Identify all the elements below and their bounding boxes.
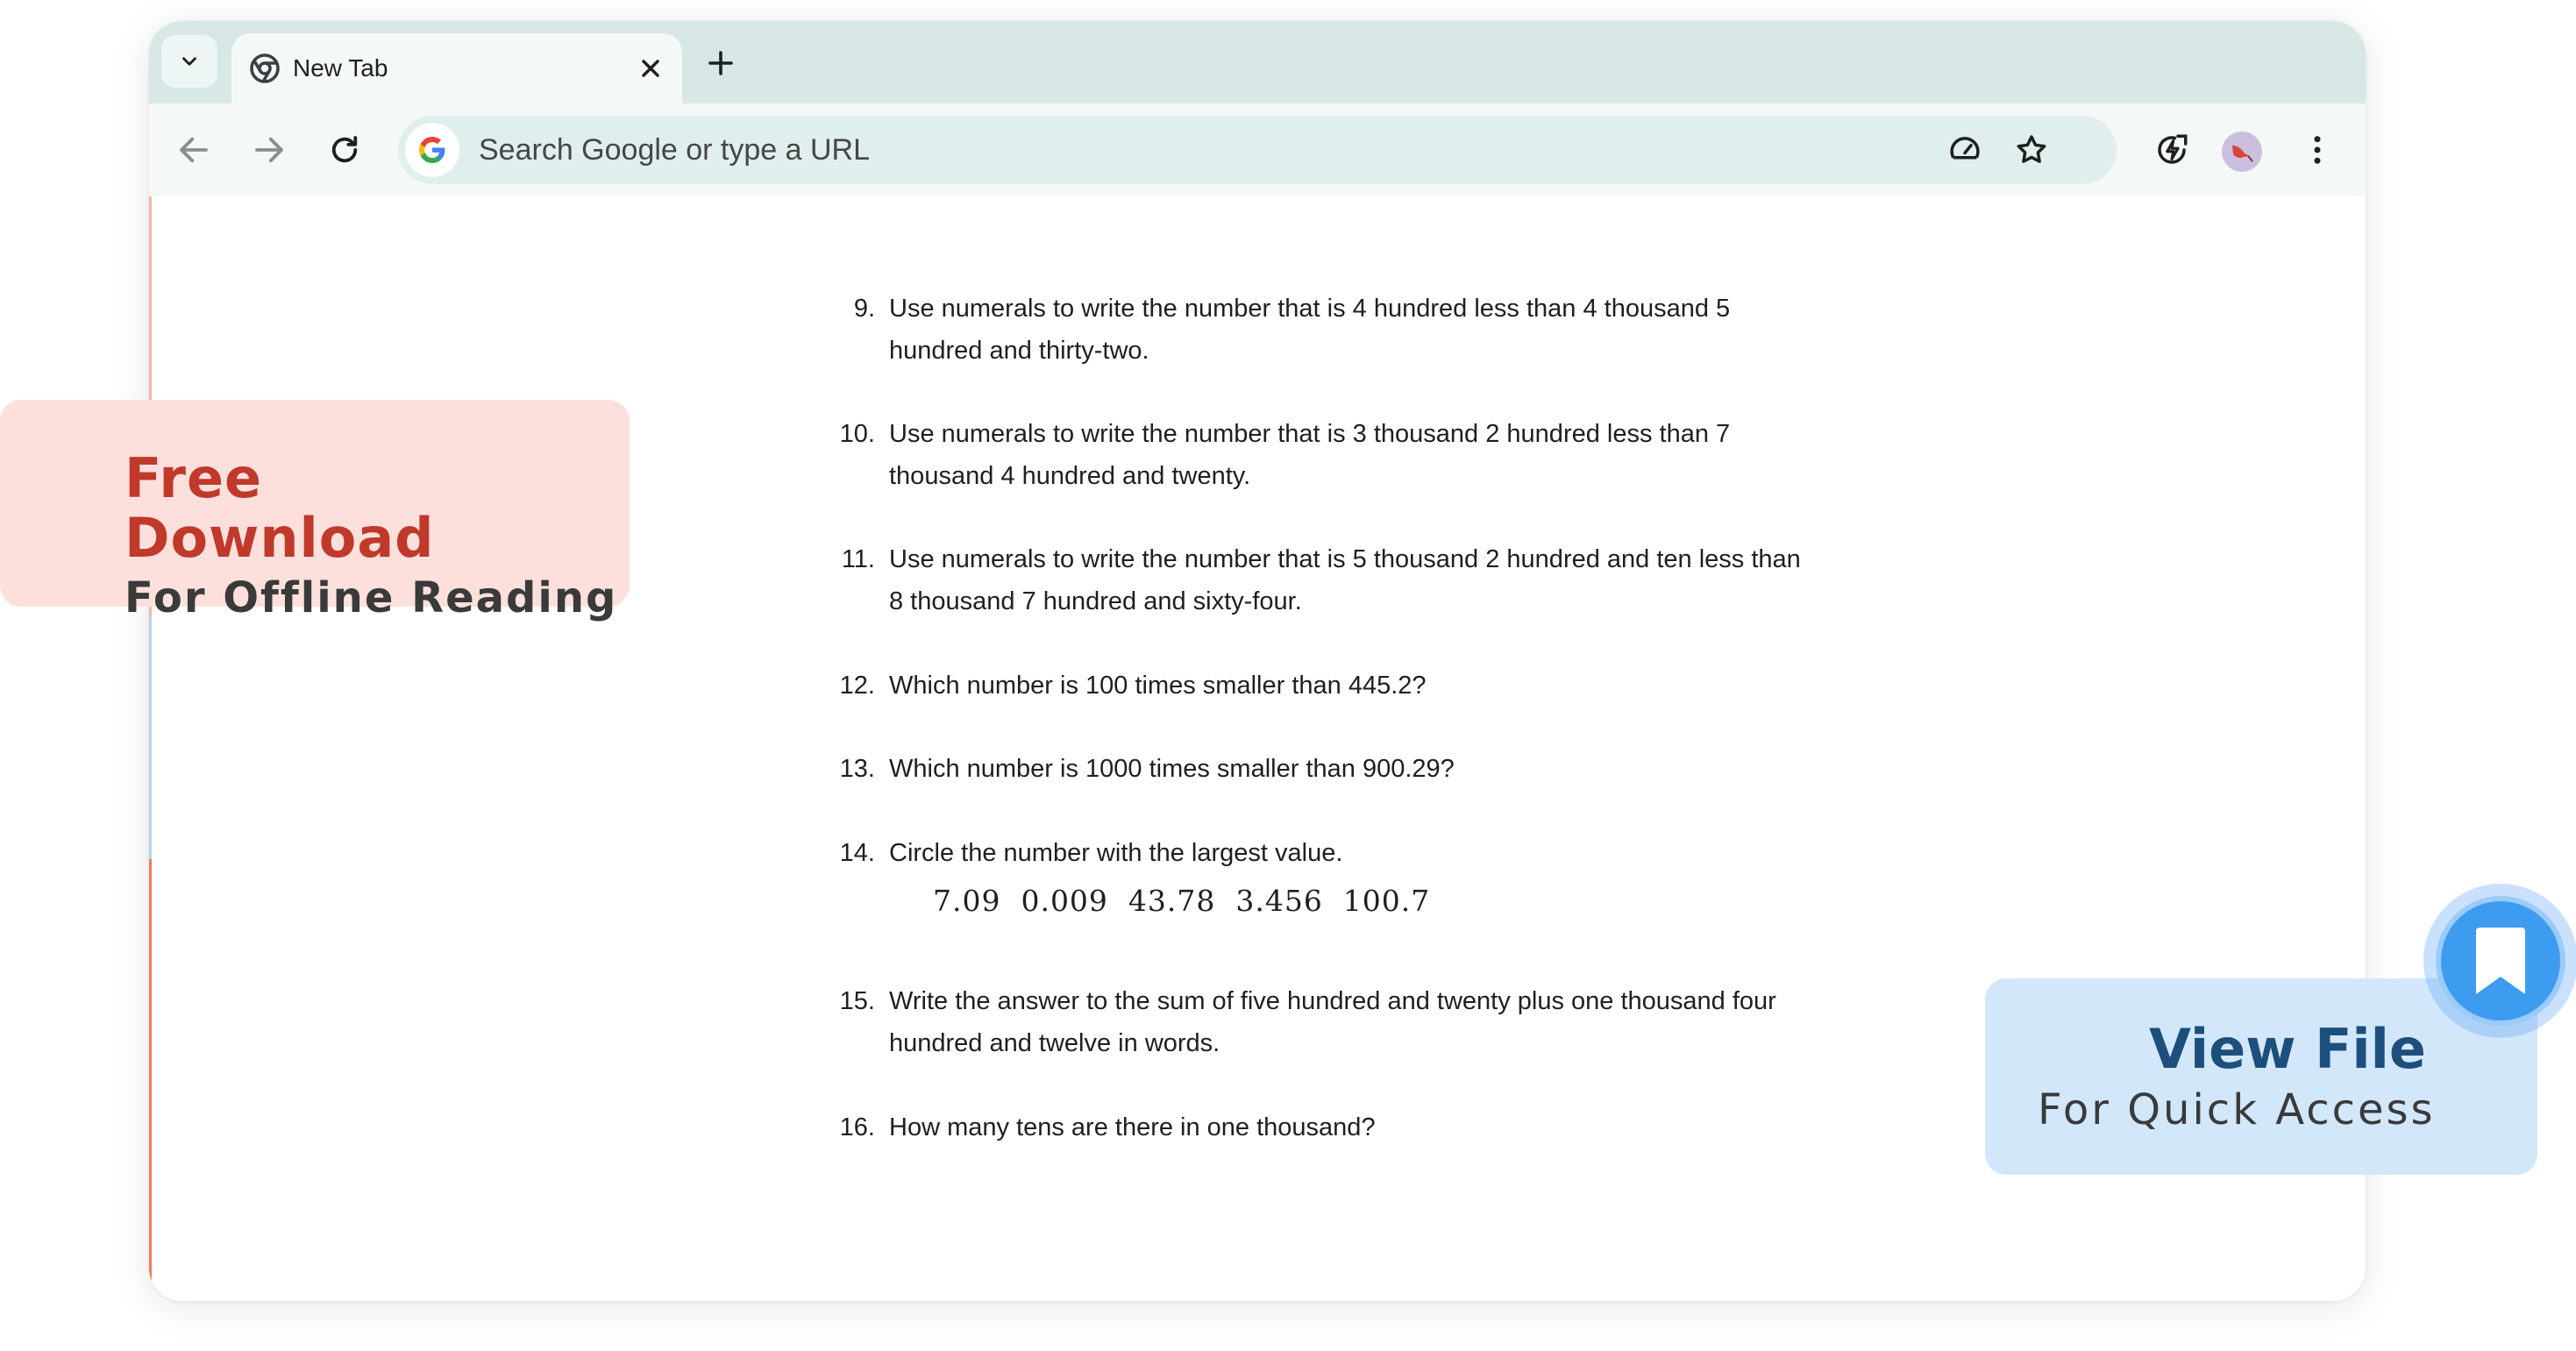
number-choices[interactable]: 7.09 0.009 43.78 3.456 100.7 — [933, 880, 1430, 922]
tab-search-button[interactable] — [161, 35, 217, 88]
google-icon — [405, 123, 459, 177]
question-number: 15. — [839, 987, 875, 1015]
promo-subtitle: For Offline Reading — [125, 573, 618, 622]
profile-avatar[interactable] — [2222, 132, 2262, 172]
question-text: Use numerals to write the number that is… — [889, 545, 1801, 615]
bookmark-button[interactable] — [2423, 884, 2576, 1038]
performance-icon[interactable] — [1946, 132, 1983, 168]
toolbar: Search Google or type a URL — [149, 103, 2366, 196]
question-number: 13. — [839, 755, 875, 783]
back-icon[interactable] — [175, 132, 212, 168]
free-download-banner[interactable]: Free Download For Offline Reading — [0, 400, 630, 622]
question-number: 11. — [841, 545, 875, 573]
question-text: Write the answer to the sum of five hund… — [889, 987, 1776, 1057]
chevron-down-icon — [182, 57, 196, 66]
question-number: 14. — [839, 839, 875, 867]
energy-saver-icon[interactable] — [2153, 132, 2190, 168]
question-number: 16. — [839, 1113, 875, 1141]
question-text: Which number is 100 times smaller than 4… — [889, 672, 1427, 700]
question-text: Circle the number with the largest value… — [889, 839, 1343, 867]
question-text: Which number is 1000 times smaller than … — [889, 755, 1455, 783]
reload-icon[interactable] — [326, 132, 363, 168]
left-accent-bar — [149, 196, 152, 1301]
promo-subtitle: For Quick Access — [2038, 1085, 2436, 1134]
question-text: Use numerals to write the number that is… — [889, 420, 1731, 490]
address-bar[interactable]: Search Google or type a URL — [398, 116, 2117, 184]
question-number: 10. — [839, 420, 875, 448]
forward-icon[interactable] — [251, 132, 288, 168]
bookmark-icon — [2476, 928, 2525, 994]
promo-headline: Free — [125, 446, 263, 510]
tab-title: New Tab — [293, 54, 388, 82]
tab-strip: New Tab — [149, 21, 2366, 103]
tab-new-tab[interactable]: New Tab — [231, 33, 682, 103]
promo-headline: View File — [2149, 1017, 2426, 1081]
question-number: 9. — [853, 295, 875, 323]
promo-headline-2: Download — [125, 506, 435, 570]
question-number: 12. — [839, 672, 875, 700]
close-icon[interactable] — [637, 54, 665, 82]
question-text: How many tens are there in one thousand? — [889, 1113, 1376, 1141]
plus-icon[interactable] — [705, 47, 737, 79]
star-icon[interactable] — [2013, 132, 2050, 168]
address-bar-placeholder: Search Google or type a URL — [479, 133, 871, 167]
question-text: Use numerals to write the number that is… — [889, 295, 1731, 365]
chrome-icon — [250, 53, 280, 83]
more-vert-icon[interactable] — [2299, 132, 2336, 168]
